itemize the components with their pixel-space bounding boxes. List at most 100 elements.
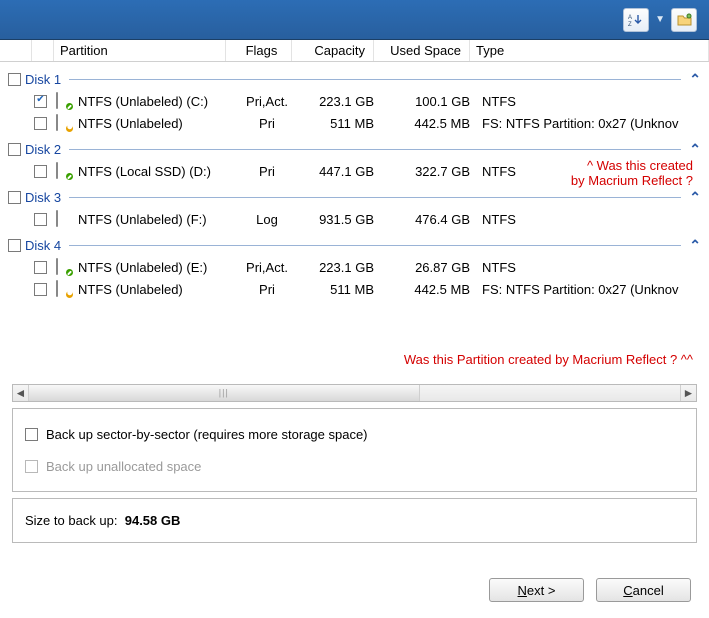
sort-button[interactable]: A Z	[623, 8, 649, 32]
cell-used: 26.87 GB	[382, 260, 478, 275]
toolbar: A Z ▼	[0, 0, 709, 40]
partition-row[interactable]: NTFS (Unlabeled) (F:)Log931.5 GB476.4 GB…	[8, 208, 701, 230]
row-checkbox[interactable]	[34, 165, 47, 178]
horizontal-scrollbar[interactable]: ◄ ||| ►	[12, 384, 697, 402]
cell-used: 476.4 GB	[382, 212, 478, 227]
partition-row[interactable]: NTFS (Unlabeled)Pri511 MB442.5 MBFS: NTF…	[8, 278, 701, 300]
rule	[69, 79, 681, 80]
folder-button[interactable]	[671, 8, 697, 32]
size-label: Size to back up:	[25, 513, 118, 528]
checkbox-icon	[25, 460, 38, 473]
partition-row[interactable]: NTFS (Unlabeled)Pri511 MB442.5 MBFS: NTF…	[8, 112, 701, 134]
annotation-2: Was this Partition created by Macrium Re…	[404, 352, 693, 367]
disk-header[interactable]: Disk 4 ⌃	[8, 234, 701, 256]
rule	[69, 149, 681, 150]
chevron-up-icon[interactable]: ⌃	[689, 71, 701, 88]
size-panel: Size to back up: 94.58 GB	[12, 498, 697, 543]
column-headers: Partition Flags Capacity Used Space Type	[0, 40, 709, 62]
folder-icon	[677, 13, 692, 26]
partition-list: Disk 1⌃NTFS (Unlabeled) (C:)Pri,Act.223.…	[0, 62, 709, 380]
cell-partition: NTFS (Local SSD) (D:)	[78, 164, 234, 179]
drive-icon	[56, 163, 72, 179]
option-unallocated: Back up unallocated space	[25, 455, 684, 477]
cell-type: FS: NTFS Partition: 0x27 (Unknov	[478, 282, 701, 297]
cell-capacity: 223.1 GB	[300, 260, 382, 275]
options-panel: Back up sector-by-sector (requires more …	[12, 408, 697, 492]
disk-header[interactable]: Disk 1 ⌃	[8, 68, 701, 90]
disk-label: Disk 1	[25, 72, 61, 87]
row-checkbox[interactable]	[34, 261, 47, 274]
col-flags[interactable]: Flags	[226, 40, 292, 61]
cell-used: 322.7 GB	[382, 164, 478, 179]
option-label: Back up sector-by-sector (requires more …	[46, 427, 368, 442]
row-checkbox[interactable]	[34, 283, 47, 296]
drive-icon	[56, 211, 72, 227]
cell-flags: Pri,Act.	[234, 260, 300, 275]
cell-type: NTFS	[478, 94, 701, 109]
drive-icon	[56, 259, 72, 275]
cell-partition: NTFS (Unlabeled) (F:)	[78, 212, 234, 227]
scroll-track[interactable]: |||	[29, 385, 680, 401]
rule	[69, 197, 681, 198]
col-capacity[interactable]: Capacity	[292, 40, 374, 61]
disk-checkbox[interactable]	[8, 191, 21, 204]
drive-icon	[56, 93, 72, 109]
cell-capacity: 447.1 GB	[300, 164, 382, 179]
scroll-right-icon[interactable]: ►	[680, 385, 696, 401]
disk-label: Disk 3	[25, 190, 61, 205]
disk-header[interactable]: Disk 2 ⌃	[8, 138, 701, 160]
disk-checkbox[interactable]	[8, 143, 21, 156]
chevron-up-icon[interactable]: ⌃	[689, 141, 701, 158]
cell-partition: NTFS (Unlabeled)	[78, 282, 234, 297]
next-button[interactable]: Next >	[489, 578, 584, 602]
row-checkbox[interactable]	[34, 95, 47, 108]
disk-label: Disk 4	[25, 238, 61, 253]
checkbox-icon[interactable]	[25, 428, 38, 441]
cell-used: 100.1 GB	[382, 94, 478, 109]
cell-partition: NTFS (Unlabeled)	[78, 116, 234, 131]
cell-flags: Pri,Act.	[234, 94, 300, 109]
scroll-left-icon[interactable]: ◄	[13, 385, 29, 401]
option-label: Back up unallocated space	[46, 459, 201, 474]
partition-row[interactable]: NTFS (Unlabeled) (E:)Pri,Act.223.1 GB26.…	[8, 256, 701, 278]
disk-checkbox[interactable]	[8, 239, 21, 252]
rule	[69, 245, 681, 246]
cell-capacity: 511 MB	[300, 116, 382, 131]
col-checkbox[interactable]	[10, 40, 32, 61]
cell-capacity: 511 MB	[300, 282, 382, 297]
col-partition[interactable]: Partition	[54, 40, 226, 61]
disk-checkbox[interactable]	[8, 73, 21, 86]
cell-flags: Pri	[234, 164, 300, 179]
dialog-window: A Z ▼ Partition Flags Capacity Used Spac…	[0, 0, 709, 618]
cell-capacity: 223.1 GB	[300, 94, 382, 109]
cell-partition: NTFS (Unlabeled) (E:)	[78, 260, 234, 275]
row-checkbox[interactable]	[34, 117, 47, 130]
row-checkbox[interactable]	[34, 213, 47, 226]
cell-flags: Log	[234, 212, 300, 227]
option-sector-by-sector[interactable]: Back up sector-by-sector (requires more …	[25, 423, 684, 445]
sort-dropdown-arrow[interactable]: ▼	[655, 14, 665, 25]
disk-label: Disk 2	[25, 142, 61, 157]
svg-text:A: A	[628, 15, 632, 21]
chevron-up-icon[interactable]: ⌃	[689, 237, 701, 254]
col-icon[interactable]	[32, 40, 54, 61]
col-used[interactable]: Used Space	[374, 40, 470, 61]
cancel-button[interactable]: Cancel	[596, 578, 691, 602]
cell-type: NTFS	[478, 212, 701, 227]
cell-flags: Pri	[234, 116, 300, 131]
cell-partition: NTFS (Unlabeled) (C:)	[78, 94, 234, 109]
col-type[interactable]: Type	[470, 40, 709, 61]
cell-type: NTFS	[478, 260, 701, 275]
size-value: 94.58 GB	[125, 513, 181, 528]
disk-header[interactable]: Disk 3 ⌃	[8, 186, 701, 208]
cell-used: 442.5 MB	[382, 116, 478, 131]
partition-row[interactable]: NTFS (Unlabeled) (C:)Pri,Act.223.1 GB100…	[8, 90, 701, 112]
annotation-1: ^ Was this createdby Macrium Reflect ?	[571, 158, 693, 188]
svg-text:Z: Z	[628, 22, 632, 27]
chevron-up-icon[interactable]: ⌃	[689, 189, 701, 206]
scroll-thumb[interactable]: |||	[29, 385, 420, 401]
drive-icon	[56, 281, 72, 297]
cell-type: FS: NTFS Partition: 0x27 (Unknov	[478, 116, 701, 131]
footer-buttons: Next > Cancel	[489, 578, 691, 602]
cell-capacity: 931.5 GB	[300, 212, 382, 227]
